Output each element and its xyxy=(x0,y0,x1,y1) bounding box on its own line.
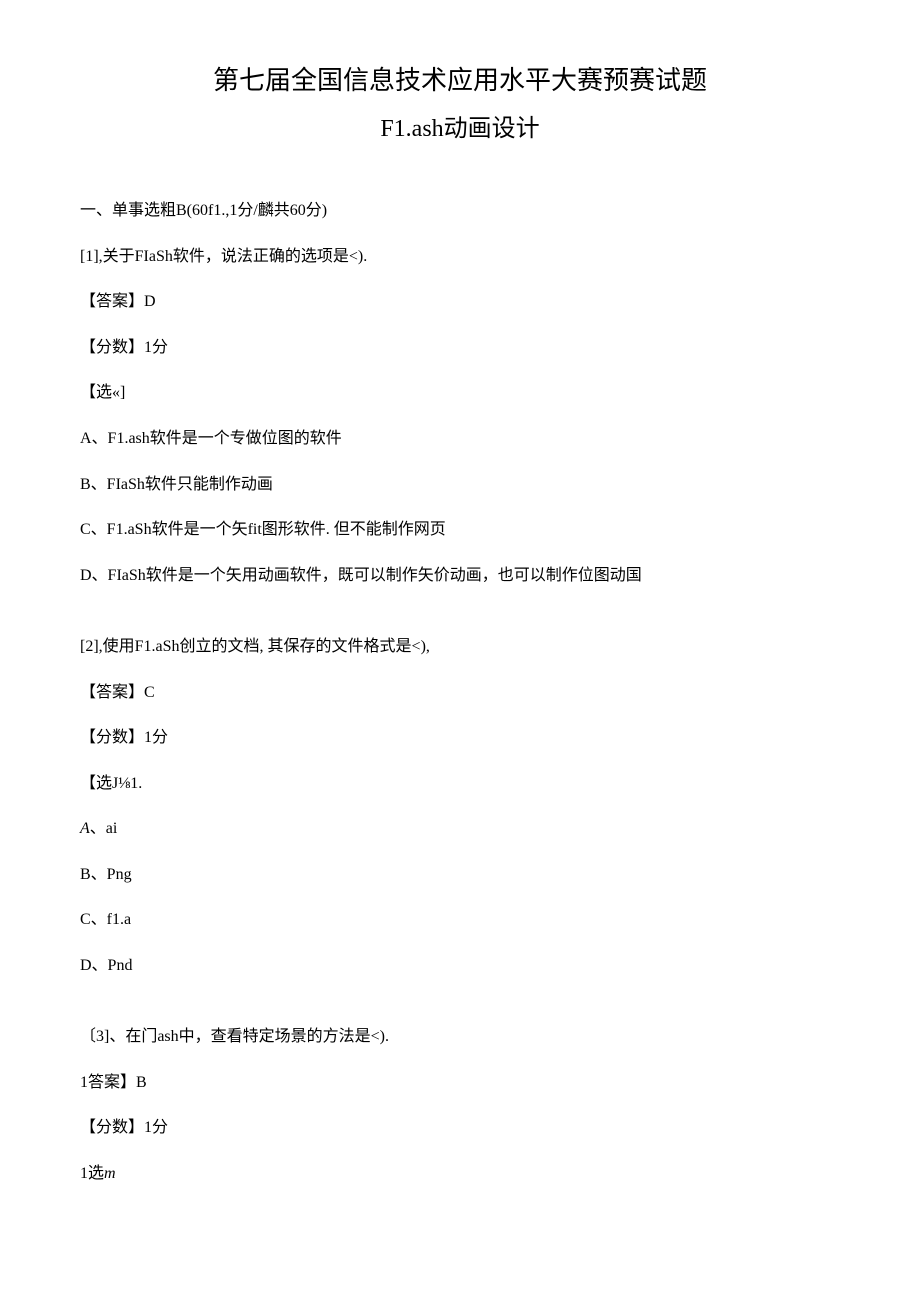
question-prompt: [1],关于FIaSh软件，说法正确的选项是<). xyxy=(80,244,840,270)
options-label-suffix: m xyxy=(104,1165,116,1182)
option-a: A、ai xyxy=(80,816,840,842)
option-b: B、Png xyxy=(80,862,840,888)
options-label: 【选«] xyxy=(80,380,840,406)
option-d: D、Pnd xyxy=(80,953,840,979)
options-label: 1选m xyxy=(80,1161,840,1187)
option-c: C、F1.aSh软件是一个矢fit图形软件. 但不能制作网页 xyxy=(80,517,840,543)
answer-label: 【答案】D xyxy=(80,289,840,315)
option-a: A、F1.ash软件是一个专做位图的软件 xyxy=(80,426,840,452)
question-3: 〔3]、在门ash中，查看特定场景的方法是<). 1答案】B 【分数】1分 1选… xyxy=(80,1024,840,1186)
option-d: D、FIaSh软件是一个矢用动画软件，既可以制作矢价动画，也可以制作位图动国 xyxy=(80,563,840,589)
question-1: [1],关于FIaSh软件，说法正确的选项是<). 【答案】D 【分数】1分 【… xyxy=(80,244,840,589)
question-prompt: [2],使用F1.aSh创立的文档, 其保存的文件格式是<), xyxy=(80,634,840,660)
answer-label: 【答案】C xyxy=(80,680,840,706)
document-subtitle: F1.ash动画设计 xyxy=(80,110,840,148)
answer-label: 1答案】B xyxy=(80,1070,840,1096)
option-a-suffix: 、ai xyxy=(90,820,118,837)
option-b: B、FIaSh软件只能制作动画 xyxy=(80,472,840,498)
options-label-prefix: 1选 xyxy=(80,1165,104,1182)
option-a-prefix: A xyxy=(80,820,90,837)
options-label: 【选J⅛1. xyxy=(80,771,840,797)
question-2: [2],使用F1.aSh创立的文档, 其保存的文件格式是<), 【答案】C 【分… xyxy=(80,634,840,979)
option-c: C、f1.a xyxy=(80,907,840,933)
score-label: 【分数】1分 xyxy=(80,335,840,361)
document-title: 第七届全国信息技术应用水平大赛预赛试题 xyxy=(80,60,840,102)
score-label: 【分数】1分 xyxy=(80,1115,840,1141)
question-prompt: 〔3]、在门ash中，查看特定场景的方法是<). xyxy=(80,1024,840,1050)
section-header: 一、单事选粗B(60f1.,1分/麟共60分) xyxy=(80,198,840,224)
score-label: 【分数】1分 xyxy=(80,725,840,751)
